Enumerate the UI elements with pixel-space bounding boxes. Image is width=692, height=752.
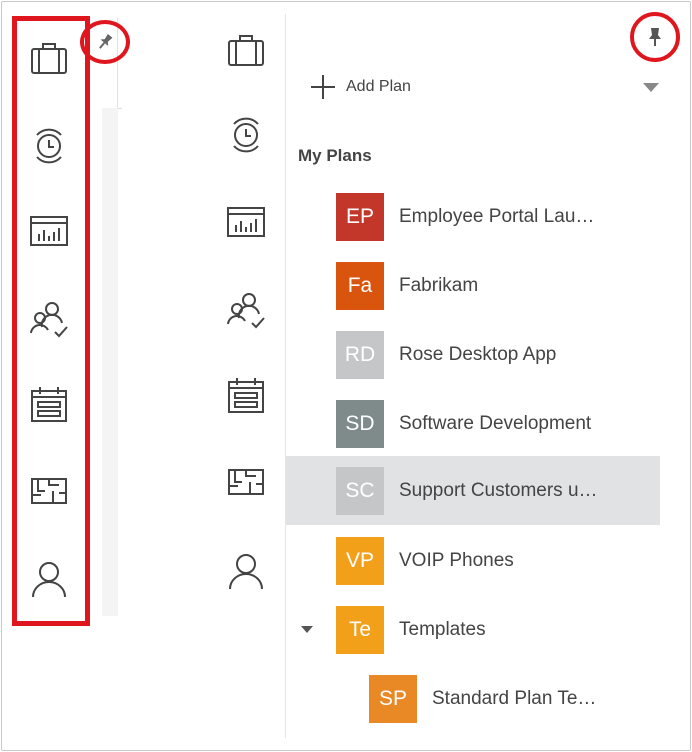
plan-label: Rose Desktop App <box>399 343 557 365</box>
team-assignments-icon[interactable] <box>28 298 70 340</box>
profile-icon[interactable] <box>28 558 70 600</box>
plan-avatar: SD <box>336 399 384 448</box>
team-assignments-icon[interactable] <box>225 289 267 331</box>
plans-dropdown-caret-icon[interactable] <box>643 83 659 92</box>
timeline-icon[interactable] <box>225 113 267 155</box>
add-plan-label: Add Plan <box>346 78 411 95</box>
plan-label: Standard Plan Te… <box>432 687 597 709</box>
plans-icon[interactable] <box>225 30 267 72</box>
plan-group-templates[interactable]: Te Templates <box>286 595 660 664</box>
plan-avatar: Te <box>336 605 384 654</box>
plan-label: Templates <box>399 618 486 640</box>
plan-avatar: SC <box>336 466 384 515</box>
plan-avatar: VP <box>336 536 384 585</box>
reports-icon[interactable] <box>28 210 70 252</box>
plan-item[interactable]: Fa Fabrikam <box>286 251 660 320</box>
calendar-icon[interactable] <box>28 384 70 426</box>
pin-icon <box>99 33 113 49</box>
floorplan-icon[interactable] <box>28 470 70 512</box>
plan-avatar: RD <box>336 330 384 379</box>
profile-icon[interactable] <box>225 550 267 592</box>
plan-label: Fabrikam <box>399 274 479 296</box>
plan-avatar: Fa <box>336 261 384 310</box>
plan-item[interactable]: VP VOIP Phones <box>286 526 660 595</box>
plan-label: VOIP Phones <box>399 549 514 571</box>
plan-item-selected[interactable]: SC Support Customers u… <box>286 456 660 525</box>
expand-caret-icon[interactable] <box>301 626 313 633</box>
pin-button-collapsed[interactable] <box>80 20 130 64</box>
my-plans-heading: My Plans <box>298 146 372 165</box>
floorplan-icon[interactable] <box>225 461 267 503</box>
pin-button-expanded[interactable] <box>630 12 680 62</box>
timeline-icon[interactable] <box>28 124 70 166</box>
add-plan-button[interactable]: Add Plan <box>310 72 411 102</box>
calendar-icon[interactable] <box>225 375 267 417</box>
plan-avatar: SP <box>369 674 417 723</box>
plan-label: Employee Portal Lau… <box>399 205 595 227</box>
plus-icon <box>310 74 336 100</box>
plan-avatar: EP <box>336 192 384 241</box>
plan-item[interactable]: EP Employee Portal Lau… <box>286 182 660 251</box>
plan-item[interactable]: RD Rose Desktop App <box>286 320 660 389</box>
plans-icon[interactable] <box>28 38 70 80</box>
pin-icon <box>649 28 661 46</box>
plan-item[interactable]: SD Software Development <box>286 389 660 458</box>
reports-icon[interactable] <box>225 201 267 243</box>
plan-label: Support Customers u… <box>399 479 598 501</box>
plan-label: Software Development <box>399 412 592 434</box>
plan-item[interactable]: SP Standard Plan Te… <box>286 664 660 733</box>
